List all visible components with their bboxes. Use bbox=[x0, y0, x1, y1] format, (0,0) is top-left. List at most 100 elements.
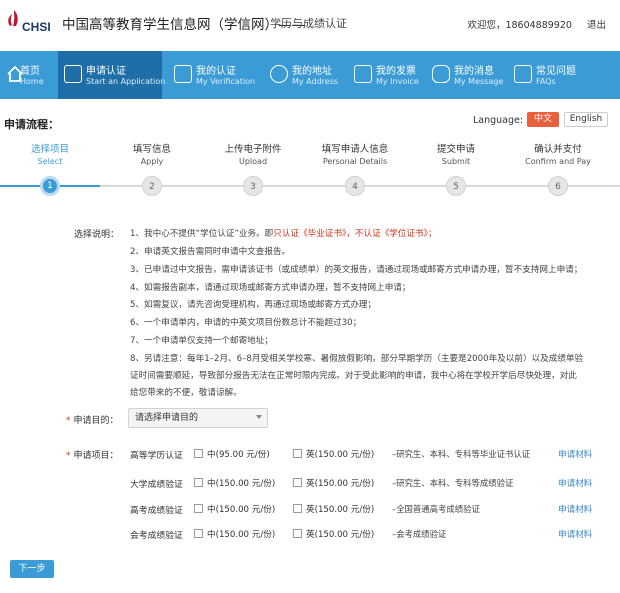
option-cn-checkbox[interactable] bbox=[194, 504, 203, 513]
note-8-line-3: 给您带来的不便，敬请谅解。 bbox=[130, 388, 242, 398]
nav-label: 申请认证 bbox=[86, 66, 126, 77]
next-step-button[interactable]: 下一步 bbox=[10, 560, 54, 578]
item-description: –研究生、本科、专科等成绩验证 bbox=[392, 478, 514, 488]
step-circle-4: 4 bbox=[345, 176, 365, 196]
chevron-down-icon bbox=[256, 415, 262, 419]
nav-label: 常见问题 bbox=[536, 66, 576, 77]
site-title: 中国高等教育学生信息网（学信网）—— bbox=[62, 17, 305, 33]
option-cn-checkbox[interactable] bbox=[194, 529, 203, 538]
nav-item-verification[interactable]: 我的认证 My Verification bbox=[168, 51, 258, 99]
option-en-price: 英(150.00 元/份) bbox=[306, 479, 375, 489]
nav-sublabel: My Message bbox=[454, 77, 504, 86]
item-description: –会考成绩验证 bbox=[392, 529, 447, 539]
note-8-line-1: 8、另请注意：每年1–2月、6–8月受相关学校寒、暑假放假影响，部分早期学历（主… bbox=[130, 354, 584, 364]
step-label: 确认并支付 bbox=[534, 144, 582, 155]
step-sublabel: Submit bbox=[441, 157, 471, 166]
option-cn-price: 中(150.00 元/份) bbox=[207, 530, 276, 540]
nav-sublabel: My Invoice bbox=[376, 77, 419, 86]
step-label: 填写信息 bbox=[132, 144, 172, 155]
option-en-checkbox[interactable] bbox=[293, 504, 302, 513]
nav-item-home[interactable]: 首页 Home bbox=[0, 51, 52, 99]
purpose-select[interactable]: 请选择申请目的 bbox=[128, 408, 268, 428]
step-sublabel: Personal Details bbox=[322, 157, 388, 166]
note-8-line-2: 证时间需要顺延，导致部分报告无法在正常时限内完成。对于受此影响的申请，我中心将在… bbox=[130, 371, 577, 381]
step-sublabel: Apply bbox=[140, 157, 164, 166]
nav-item-faqs[interactable]: 常见问题 FAQs bbox=[508, 51, 588, 99]
note-2: 2、申请英文报告需同时申请中文查报告。 bbox=[130, 247, 291, 257]
items-label-text: 申请项目： bbox=[73, 451, 119, 461]
step-circle-5: 5 bbox=[446, 176, 466, 196]
purpose-label: * 申请目的： bbox=[66, 416, 119, 426]
nav-sublabel: FAQs bbox=[536, 77, 556, 86]
nav-item-invoice[interactable]: 我的发票 My Invoice bbox=[348, 51, 428, 99]
item-description: –全国普通高考成绩验证 bbox=[392, 504, 480, 514]
language-label: Language: bbox=[473, 115, 524, 126]
document-icon bbox=[174, 65, 192, 83]
materials-link[interactable]: 申请材料 bbox=[558, 528, 592, 540]
materials-link[interactable]: 申请材料 bbox=[558, 503, 592, 515]
step-label: 填写申请人信息 bbox=[321, 144, 389, 155]
nav-sublabel: My Verification bbox=[196, 77, 256, 86]
option-en-price: 英(150.00 元/份) bbox=[306, 505, 375, 515]
option-cn-price: 中(150.00 元/份) bbox=[207, 479, 276, 489]
option-en-price: 英(150.00 元/份) bbox=[306, 450, 375, 460]
purpose-select-value: 请选择申请目的 bbox=[135, 413, 199, 423]
step-sublabel: Confirm and Pay bbox=[525, 157, 591, 166]
materials-link[interactable]: 申请材料 bbox=[558, 477, 592, 489]
step-circle-1: 1 bbox=[40, 176, 60, 196]
item-description: –研究生、本科、专科等毕业证书认证 bbox=[392, 449, 531, 459]
option-cn-price: 中(150.00 元/份) bbox=[207, 505, 276, 515]
option-cn-checkbox[interactable] bbox=[194, 449, 203, 458]
nav-item-message[interactable]: 我的消息 My Message bbox=[426, 51, 506, 99]
step-circle-3: 3 bbox=[243, 176, 263, 196]
step-circle-2: 2 bbox=[142, 176, 162, 196]
option-cn-price: 中(95.00 元/份) bbox=[207, 450, 270, 460]
note-5: 5、如需复议，请先咨询受理机构，再通过现场或邮寄方式办理； bbox=[130, 300, 377, 310]
invoice-icon bbox=[354, 65, 372, 83]
nav-label: 我的认证 bbox=[196, 66, 236, 77]
note-1: 1、我中心不提供“学位认证”业务。即只认证《毕业证书》，不认证《学位证书》； bbox=[130, 227, 437, 239]
notes-label: 选择说明： bbox=[74, 230, 120, 240]
note-7: 7、一个申请单仅支持一个邮寄地址； bbox=[130, 336, 273, 346]
nav-item-apply[interactable]: 申请认证 Start an Application bbox=[58, 51, 166, 99]
faq-icon bbox=[514, 65, 532, 83]
step-label: 选择项目 bbox=[30, 144, 70, 155]
option-en-price: 英(150.00 元/份) bbox=[306, 530, 375, 540]
step-sublabel: Select bbox=[37, 157, 63, 166]
user-welcome: 欢迎您，18604889920 退出 bbox=[463, 17, 606, 31]
note-text: 1、我中心不提供“学位认证”业务。即 bbox=[130, 229, 274, 239]
option-en-checkbox[interactable] bbox=[293, 478, 302, 487]
item-name: 大学成绩验证 bbox=[130, 480, 183, 490]
site-subtitle: 学历与成绩认证 bbox=[270, 17, 347, 30]
materials-link[interactable]: 申请材料 bbox=[558, 448, 592, 460]
note-warning-text: 只认证《毕业证书》，不认证《学位证书》； bbox=[273, 229, 437, 239]
welcome-text: 欢迎您，18604889920 bbox=[467, 20, 572, 31]
map-pin-icon bbox=[270, 65, 288, 83]
nav-sublabel: My Address bbox=[292, 77, 339, 86]
item-name: 高考成绩验证 bbox=[130, 506, 183, 516]
nav-label: 我的地址 bbox=[292, 66, 332, 77]
nav-label: 我的消息 bbox=[454, 66, 494, 77]
main-nav: 首页 Home 申请认证 Start an Application 我的认证 M… bbox=[0, 51, 620, 99]
nav-sublabel: Start an Application bbox=[86, 77, 166, 86]
step-label: 提交申请 bbox=[436, 144, 476, 155]
item-name: 高等学历认证 bbox=[130, 451, 183, 461]
chsi-logo: CHSI bbox=[8, 10, 51, 34]
lang-english-button[interactable]: English bbox=[564, 112, 608, 127]
option-en-checkbox[interactable] bbox=[293, 529, 302, 538]
step-sublabel: Upload bbox=[238, 157, 268, 166]
nav-sublabel: Home bbox=[20, 77, 44, 86]
note-4: 4、如需报告副本，请通过现场或邮寄方式申请办理，暂不支持网上申请； bbox=[130, 283, 411, 293]
option-en-checkbox[interactable] bbox=[293, 449, 302, 458]
logout-link[interactable]: 退出 bbox=[587, 20, 606, 31]
lang-chinese-button[interactable]: 中文 bbox=[527, 112, 559, 127]
nav-item-address[interactable]: 我的地址 My Address bbox=[264, 51, 344, 99]
item-name: 会考成绩验证 bbox=[130, 531, 183, 541]
nav-label: 首页 bbox=[20, 66, 40, 77]
note-3: 3、已申请过中文报告，需申请该证书（或成绩单）的英文报告，请通过现场或邮寄方式申… bbox=[130, 265, 583, 275]
option-cn-checkbox[interactable] bbox=[194, 478, 203, 487]
message-icon bbox=[432, 65, 450, 83]
nav-label: 我的发票 bbox=[376, 66, 416, 77]
step-circle-6: 6 bbox=[548, 176, 568, 196]
svg-text:CHSI: CHSI bbox=[22, 20, 51, 34]
